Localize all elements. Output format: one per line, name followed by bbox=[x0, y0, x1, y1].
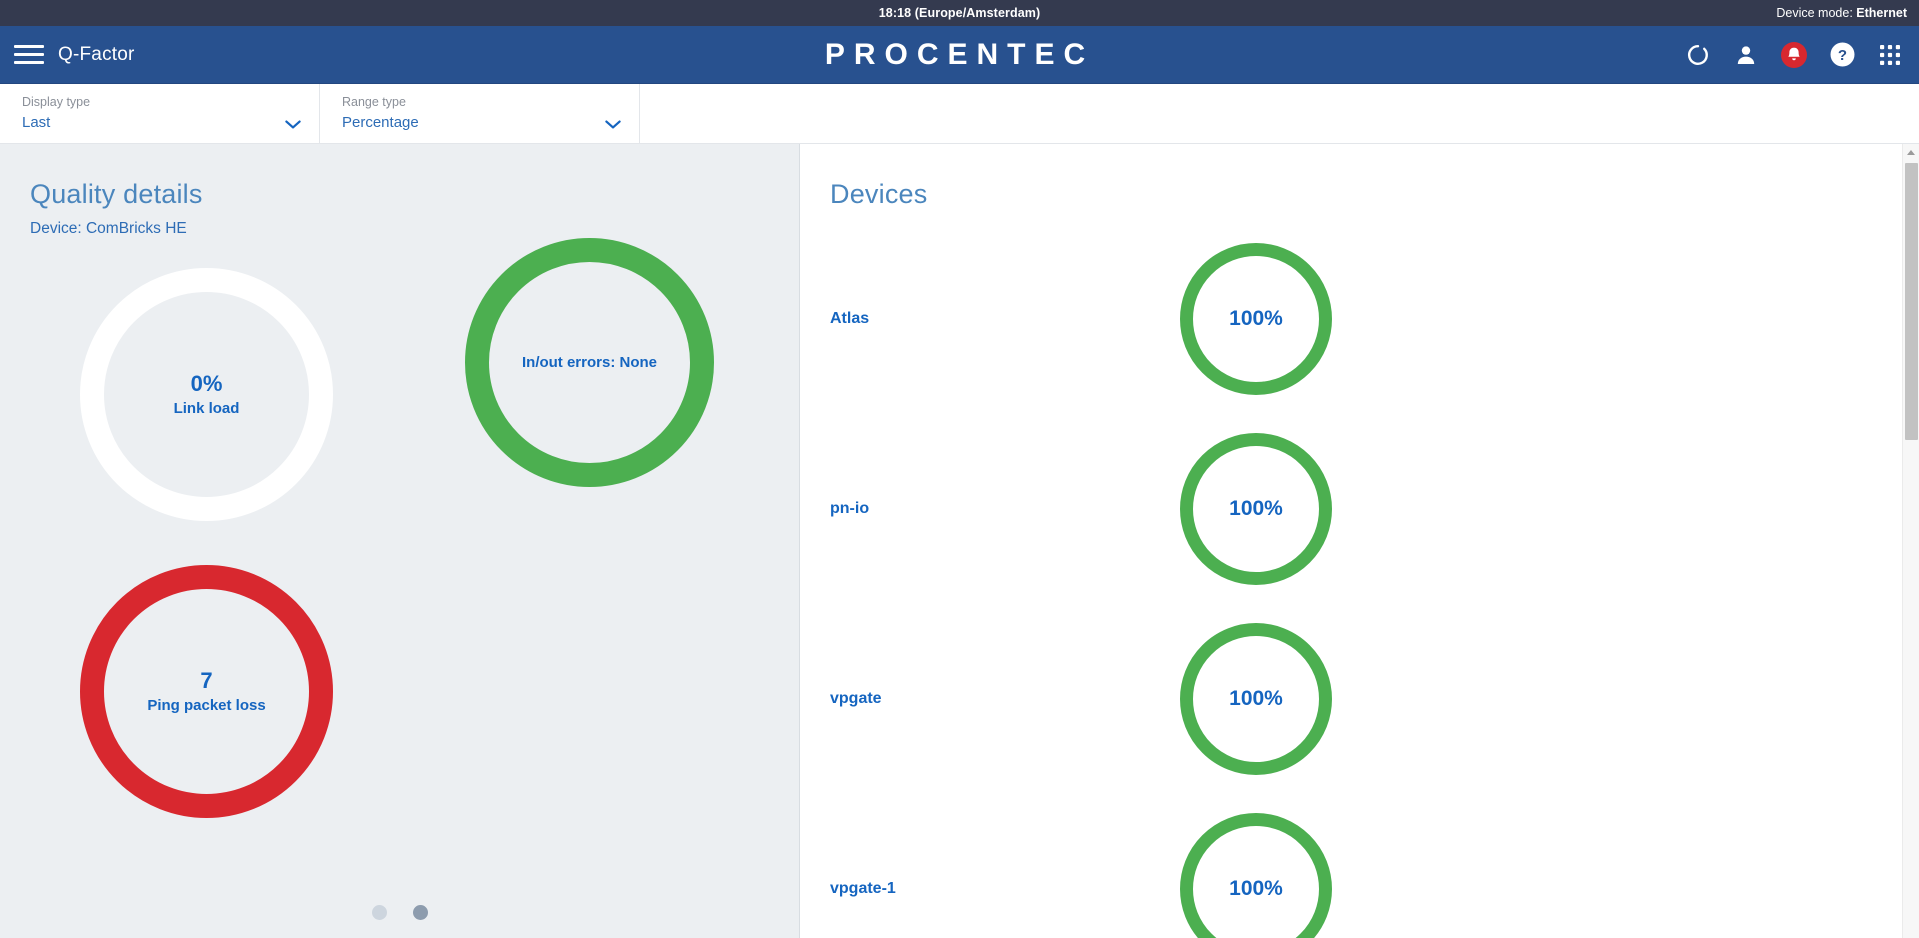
ping-packet-loss-ring: 7 Ping packet loss bbox=[80, 565, 333, 818]
device-name: pn-io bbox=[830, 500, 870, 517]
device-quality-gauge: 100% bbox=[1180, 813, 1332, 938]
carousel-pagination bbox=[0, 905, 799, 920]
status-bar: 18:18 (Europe/Amsterdam) Device mode: Et… bbox=[0, 0, 1919, 26]
quality-details-panel: Quality details Device: ComBricks HE 0% … bbox=[0, 144, 800, 938]
range-type-select[interactable]: Range type Percentage bbox=[320, 84, 640, 143]
hamburger-bar bbox=[14, 61, 44, 64]
link-load-value: 0% bbox=[190, 370, 223, 396]
list-item[interactable]: vpgate-1 100% bbox=[800, 794, 1919, 938]
ping-packet-loss-gauge[interactable]: 7 Ping packet loss bbox=[80, 565, 333, 818]
filter-bar: Display type Last Range type Percentage bbox=[0, 84, 1919, 144]
range-type-value: Percentage bbox=[342, 114, 419, 131]
device-mode: Device mode: Ethernet bbox=[1776, 6, 1907, 20]
apps-grid-icon[interactable] bbox=[1877, 42, 1903, 68]
vertical-scrollbar[interactable] bbox=[1902, 144, 1919, 938]
display-type-select[interactable]: Display type Last bbox=[0, 84, 320, 143]
device-quality-gauge: 100% bbox=[1180, 433, 1332, 585]
chevron-down-icon[interactable] bbox=[285, 120, 301, 130]
quality-details-device: Device: ComBricks HE bbox=[30, 220, 187, 237]
hamburger-icon[interactable] bbox=[14, 43, 44, 67]
device-name: Atlas bbox=[830, 310, 870, 327]
inout-errors-gauge[interactable]: In/out errors: None bbox=[465, 238, 714, 487]
help-icon[interactable]: ? bbox=[1829, 42, 1855, 68]
device-mode-label: Device mode: bbox=[1776, 6, 1853, 20]
link-load-gauge[interactable]: 0% Link load bbox=[80, 268, 333, 521]
quality-gauge-group: 0% Link load In/out errors: None 7 Ping … bbox=[0, 238, 799, 878]
link-load-ring: 0% Link load bbox=[80, 268, 333, 521]
carousel-dot-2[interactable] bbox=[412, 905, 428, 920]
svg-text:?: ? bbox=[1837, 47, 1846, 64]
list-item[interactable]: vpgate 100% bbox=[800, 604, 1919, 794]
device-quality-value: 100% bbox=[1229, 687, 1283, 710]
list-item[interactable]: pn-io 100% bbox=[800, 414, 1919, 604]
device-name: vpgate-1 bbox=[830, 880, 896, 897]
header-icon-group: ? bbox=[1685, 41, 1903, 68]
ping-packet-loss-caption: Ping packet loss bbox=[147, 697, 266, 715]
notifications-bell-icon[interactable] bbox=[1781, 41, 1807, 68]
display-type-label: Display type bbox=[22, 95, 91, 109]
device-mode-value: Ethernet bbox=[1856, 6, 1907, 20]
carousel-dot-1[interactable] bbox=[371, 905, 387, 920]
inout-errors-ring: In/out errors: None bbox=[465, 238, 714, 487]
device-name: vpgate bbox=[830, 690, 882, 707]
device-quality-gauge: 100% bbox=[1180, 623, 1332, 775]
clock-label: 18:18 (Europe/Amsterdam) bbox=[878, 6, 1041, 20]
filter-bar-spacer bbox=[640, 84, 1919, 143]
device-quality-value: 100% bbox=[1229, 307, 1283, 330]
link-load-caption: Link load bbox=[173, 400, 240, 418]
device-quality-gauge: 100% bbox=[1180, 243, 1332, 395]
display-type-value: Last bbox=[22, 114, 51, 131]
user-icon[interactable] bbox=[1733, 42, 1759, 68]
device-quality-value: 100% bbox=[1229, 877, 1283, 900]
quality-details-title: Quality details bbox=[30, 179, 203, 209]
procentec-logo: PROCENTEC bbox=[824, 37, 1095, 71]
scroll-up-arrow-icon[interactable] bbox=[1903, 144, 1919, 161]
devices-list: Atlas 100% pn-io 100% vpgate 100% vpgate… bbox=[800, 224, 1919, 938]
app-header: Q-Factor PROCENTEC ? bbox=[0, 26, 1919, 84]
devices-panel: Devices Atlas 100% pn-io 100% vpgate 100… bbox=[800, 144, 1919, 938]
page-title: Q-Factor bbox=[58, 43, 135, 65]
inout-errors-caption: In/out errors: None bbox=[521, 354, 657, 371]
range-type-label: Range type bbox=[342, 95, 406, 109]
scrollbar-thumb[interactable] bbox=[1905, 163, 1918, 440]
device-quality-value: 100% bbox=[1229, 497, 1283, 520]
hamburger-bar bbox=[14, 45, 44, 48]
hamburger-bar bbox=[14, 53, 44, 56]
devices-title: Devices bbox=[830, 179, 928, 209]
refresh-icon[interactable] bbox=[1685, 42, 1711, 68]
chevron-down-icon[interactable] bbox=[605, 120, 621, 130]
main-content: Quality details Device: ComBricks HE 0% … bbox=[0, 144, 1919, 938]
list-item[interactable]: Atlas 100% bbox=[800, 224, 1919, 414]
ping-packet-loss-value: 7 bbox=[200, 667, 213, 693]
